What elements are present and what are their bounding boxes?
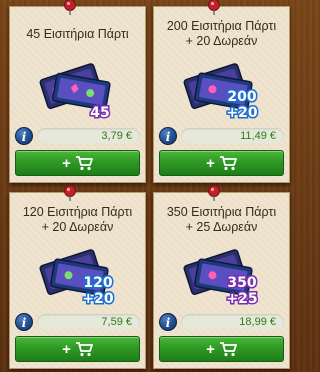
info-button[interactable]: i [159, 313, 177, 331]
quantity-badge: 120 [83, 275, 112, 291]
tickets-image: 350 +25 [183, 249, 259, 307]
tickets-image: 200 +20 [183, 63, 259, 121]
offer-title-line: + 20 Δωρεάν [41, 220, 114, 234]
offer-card: 45 Εισιτήρια Πάρτι 45 i 3,79 € + [9, 0, 146, 183]
shopping-cart-icon [75, 156, 93, 171]
buy-button[interactable]: + [159, 336, 284, 362]
price-row: i 3,79 € [15, 127, 140, 145]
bonus-badge: +25 [226, 291, 257, 307]
quantity-badge: 350 [227, 275, 256, 291]
bonus-badge: +20 [226, 105, 257, 121]
shop-grid: 45 Εισιτήρια Πάρτι 45 i 3,79 € + 200 Εισ… [0, 0, 291, 372]
price-field: 3,79 € [37, 128, 140, 144]
plus-label: + [62, 340, 71, 358]
offer-price: 7,59 € [101, 316, 132, 328]
shopping-cart-icon [75, 342, 93, 357]
offer-card: 200 Εισιτήρια Πάρτι + 20 Δωρεάν 200 +20 … [153, 0, 290, 183]
plus-label: + [206, 154, 215, 172]
price-row: i 7,59 € [15, 313, 140, 331]
offer-title-line: + 25 Δωρεάν [185, 220, 258, 234]
pushpin-icon [64, 0, 76, 15]
price-field: 7,59 € [37, 314, 140, 330]
offer-title-line: 120 Εισιτήρια Πάρτι [22, 205, 133, 219]
offer-title-line: 45 Εισιτήρια Πάρτι [26, 26, 129, 41]
shopping-cart-icon [219, 156, 237, 171]
offer-price: 11,49 € [240, 130, 276, 142]
price-field: 11,49 € [181, 128, 284, 144]
price-row: i 18,99 € [159, 313, 284, 331]
offer-card: 350 Εισιτήρια Πάρτι + 25 Δωρεάν 350 +25 … [153, 185, 290, 369]
offer-price: 3,79 € [101, 130, 132, 142]
buy-button[interactable]: + [15, 150, 140, 176]
offer-title: 45 Εισιτήρια Πάρτι [14, 17, 141, 51]
quantity-badge: 45 [90, 105, 109, 121]
pushpin-icon [64, 185, 76, 201]
info-button[interactable]: i [159, 127, 177, 145]
price-field: 18,99 € [181, 314, 284, 330]
buy-button[interactable]: + [15, 336, 140, 362]
plus-label: + [206, 340, 215, 358]
price-row: i 11,49 € [159, 127, 284, 145]
offer-title-line: 350 Εισιτήρια Πάρτι [166, 205, 277, 219]
offer-price: 18,99 € [239, 316, 276, 328]
shopping-cart-icon [219, 342, 237, 357]
offer-card: 120 Εισιτήρια Πάρτι + 20 Δωρεάν 120 +20 … [9, 185, 146, 369]
quantity-badge: 200 [227, 89, 256, 105]
offer-title: 200 Εισιτήρια Πάρτι + 20 Δωρεάν [158, 17, 285, 51]
plus-label: + [62, 154, 71, 172]
tickets-image: 45 [39, 63, 111, 121]
bonus-badge: +20 [82, 291, 113, 307]
info-button[interactable]: i [15, 127, 33, 145]
info-button[interactable]: i [15, 313, 33, 331]
pushpin-icon [208, 185, 220, 201]
pushpin-icon [208, 0, 220, 15]
tickets-image: 120 +20 [39, 249, 115, 307]
offer-title: 350 Εισιτήρια Πάρτι + 25 Δωρεάν [158, 203, 285, 237]
buy-button[interactable]: + [159, 150, 284, 176]
offer-title-line: 200 Εισιτήρια Πάρτι [166, 19, 277, 33]
offer-title-line: + 20 Δωρεάν [185, 34, 258, 48]
offer-title: 120 Εισιτήρια Πάρτι + 20 Δωρεάν [14, 203, 141, 237]
